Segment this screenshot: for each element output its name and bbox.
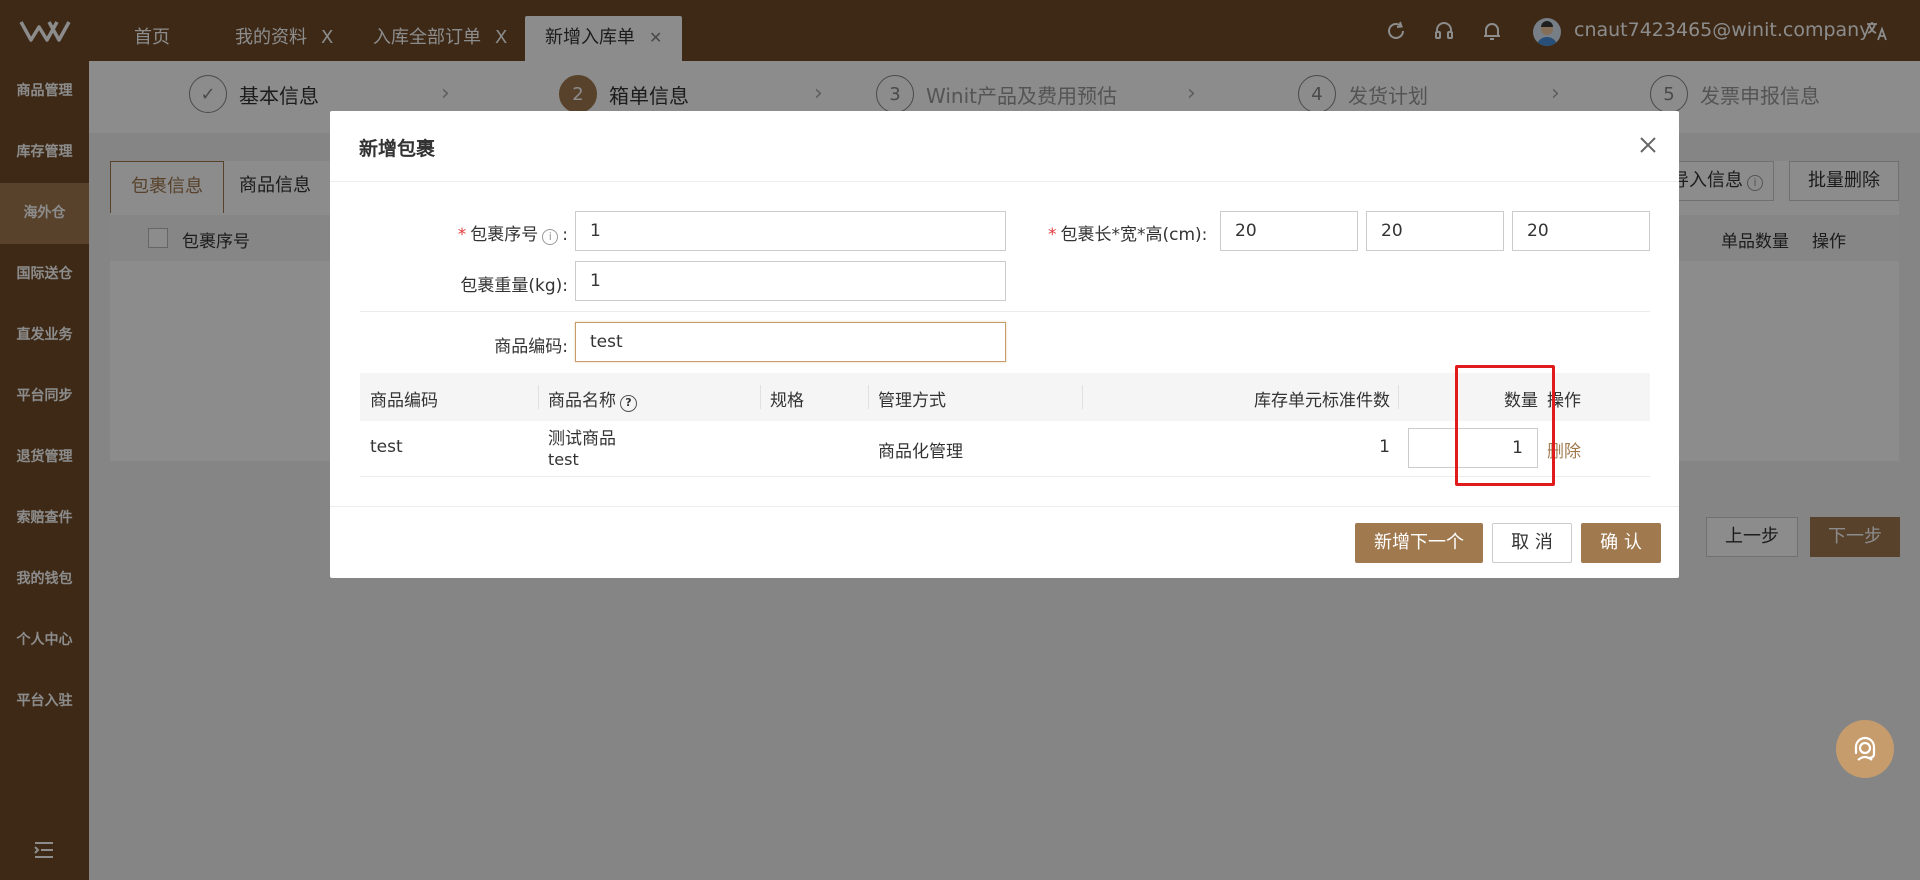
confirm-button[interactable]: 确 认 (1581, 523, 1661, 563)
sku-input[interactable]: test (575, 322, 1006, 362)
package-weight-label: 包裹重量(kg): (460, 276, 568, 296)
package-size-label: * 包裹长*宽*高(cm): (1048, 225, 1208, 245)
add-package-modal: 新增包裹 * 包裹序号 i: 1 * 包裹长*宽*高(cm): 20 20 20 包裹… (330, 111, 1679, 578)
quantity-highlight-box (1455, 365, 1555, 486)
customer-support-button[interactable] (1836, 720, 1894, 778)
length-input[interactable]: 20 (1220, 211, 1358, 251)
help-icon[interactable]: ? (620, 395, 637, 412)
package-seq-input[interactable]: 1 (575, 211, 1006, 251)
sku-label: 商品编码: (494, 337, 568, 357)
close-icon[interactable] (1636, 133, 1660, 157)
support-icon (1854, 736, 1876, 761)
info-icon[interactable]: i (542, 229, 559, 245)
height-input[interactable]: 20 (1512, 211, 1650, 251)
width-input[interactable]: 20 (1366, 211, 1504, 251)
package-weight-input[interactable]: 1 (575, 261, 1006, 301)
cancel-button[interactable]: 取 消 (1492, 523, 1572, 563)
modal-title: 新增包裹 (359, 138, 436, 160)
add-next-button[interactable]: 新增下一个 (1355, 523, 1483, 563)
package-seq-label: * 包裹序号 i: (457, 225, 568, 245)
